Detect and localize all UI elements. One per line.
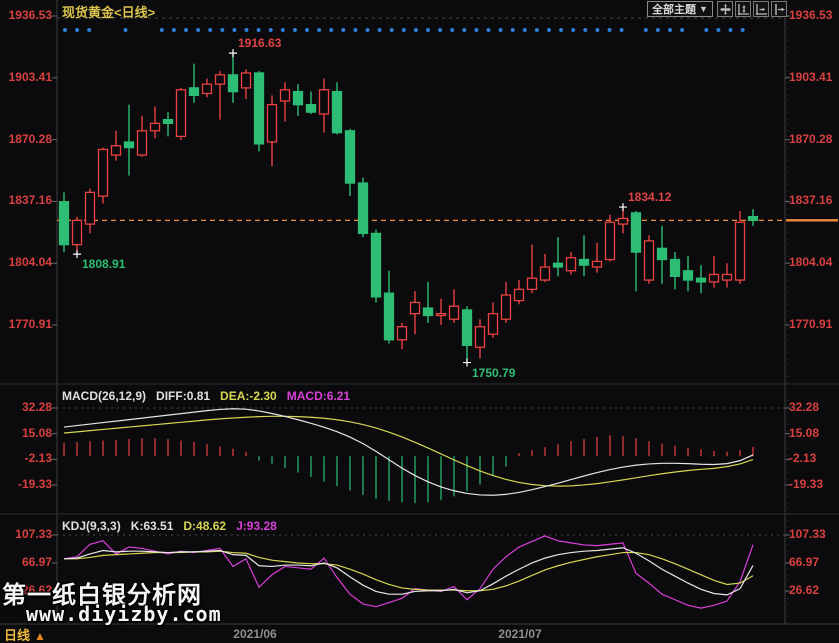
y-axis-label: 107.33 bbox=[789, 528, 826, 541]
period-selector[interactable]: 日线 ▲ bbox=[4, 625, 46, 643]
y-axis-label: -2.13 bbox=[2, 452, 52, 465]
theme-dropdown[interactable]: 全部主题 ▼ bbox=[647, 1, 713, 17]
y-axis-label: 1770.91 bbox=[2, 318, 52, 331]
y-axis-label: 1936.53 bbox=[2, 9, 52, 22]
watermark-site-url: www.diyizby.com bbox=[26, 602, 222, 626]
main-price-panel[interactable] bbox=[57, 0, 785, 384]
macd-panel[interactable] bbox=[57, 384, 785, 514]
theme-dropdown-label: 全部主题 bbox=[652, 1, 696, 17]
y-axis-label: 1770.91 bbox=[789, 318, 832, 331]
y-axis-label: 32.28 bbox=[2, 401, 52, 414]
macd-macd-value: MACD:6.21 bbox=[287, 389, 350, 403]
y-axis-label: 66.97 bbox=[789, 556, 819, 569]
y-axis-label: 1837.16 bbox=[789, 194, 832, 207]
y-axis-label: -19.33 bbox=[789, 478, 823, 491]
price-extreme-annotation: 1834.12 bbox=[628, 190, 671, 204]
x-axis-date-label: 2021/06 bbox=[225, 627, 285, 641]
shift-right-icon bbox=[774, 4, 785, 15]
y-axis-label: 15.08 bbox=[789, 427, 819, 440]
y-axis-label: 1804.04 bbox=[789, 256, 832, 269]
y-axis-label: -19.33 bbox=[2, 478, 52, 491]
x-axis-scale-icon bbox=[756, 4, 767, 15]
y-axis-label: 1804.04 bbox=[2, 256, 52, 269]
shift-right-button[interactable] bbox=[771, 1, 787, 17]
kdj-header: KDJ(9,3,3) K:63.51 D:48.62 J:93.28 bbox=[62, 519, 277, 533]
y-axis-label: 1936.53 bbox=[789, 9, 832, 22]
y-axis-scale-icon bbox=[738, 4, 749, 15]
x-axis-date-label: 2021/07 bbox=[490, 627, 550, 641]
y-axis-label: 1903.41 bbox=[2, 71, 52, 84]
trading-chart-window: 现货黄金<日线> 全部主题 ▼ bbox=[0, 0, 839, 643]
move-tool-icon bbox=[720, 4, 731, 15]
kdj-j-value: J:93.28 bbox=[236, 519, 277, 533]
y-axis-label: 1870.28 bbox=[2, 133, 52, 146]
y-axis-label: -2.13 bbox=[789, 452, 816, 465]
y-axis-label: 32.28 bbox=[789, 401, 819, 414]
y-axis-label: 107.33 bbox=[2, 528, 52, 541]
y-axis-label: 1870.28 bbox=[789, 133, 832, 146]
kdj-d-value: D:48.62 bbox=[183, 519, 226, 533]
triangle-up-icon: ▲ bbox=[34, 629, 46, 643]
chart-toolbar bbox=[717, 1, 787, 17]
period-label: 日线 bbox=[4, 628, 30, 643]
kdj-k-value: K:63.51 bbox=[131, 519, 174, 533]
chevron-down-icon: ▼ bbox=[699, 4, 708, 14]
y-axis-label: 15.08 bbox=[2, 427, 52, 440]
y-axis-scale-button[interactable] bbox=[735, 1, 751, 17]
y-axis-label: 1903.41 bbox=[789, 71, 832, 84]
macd-dea-value: DEA:-2.30 bbox=[220, 389, 277, 403]
macd-diff-value: DIFF:0.81 bbox=[156, 389, 210, 403]
macd-header: MACD(26,12,9) DIFF:0.81 DEA:-2.30 MACD:6… bbox=[62, 389, 350, 403]
kdj-indicator-label: KDJ(9,3,3) bbox=[62, 519, 121, 533]
price-extreme-annotation: 1808.91 bbox=[82, 257, 125, 271]
y-axis-label: 66.97 bbox=[2, 556, 52, 569]
x-axis-scale-button[interactable] bbox=[753, 1, 769, 17]
instrument-title: 现货黄金<日线> bbox=[62, 2, 155, 21]
price-extreme-annotation: 1750.79 bbox=[472, 366, 515, 380]
y-axis-label: 1837.16 bbox=[2, 194, 52, 207]
macd-indicator-label: MACD(26,12,9) bbox=[62, 389, 146, 403]
price-extreme-annotation: 1916.63 bbox=[238, 36, 281, 50]
move-tool-button[interactable] bbox=[717, 1, 733, 17]
y-axis-label: 26.62 bbox=[789, 584, 819, 597]
